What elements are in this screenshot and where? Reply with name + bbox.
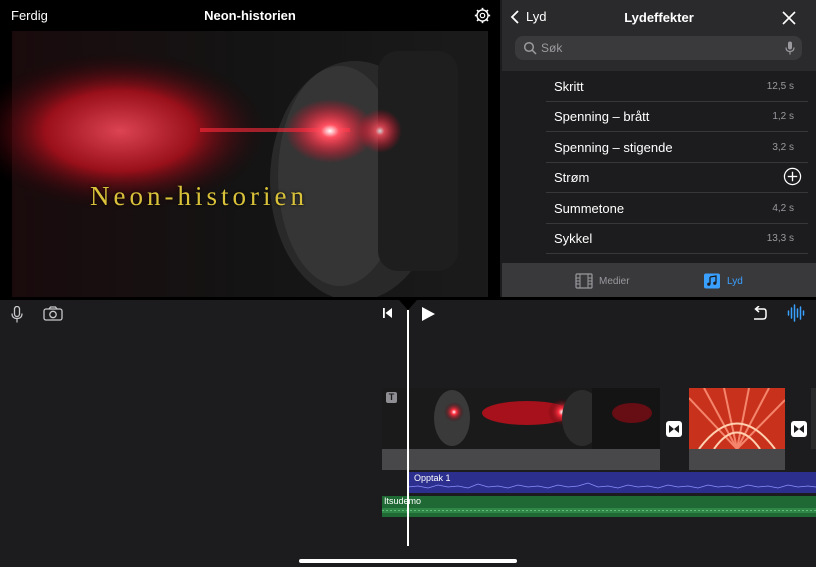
microphone-icon[interactable] xyxy=(11,306,23,323)
video-frame-image xyxy=(0,31,500,297)
timeline[interactable]: T Opptak 1 Itsudemo xyxy=(0,297,816,567)
clip-thumbnail-neon xyxy=(689,388,785,449)
tab-audio[interactable]: Lyd xyxy=(703,273,743,289)
title-badge-icon: T xyxy=(386,392,397,403)
audio-waveform xyxy=(382,508,816,513)
panel-tab-bar: Medier Lyd xyxy=(502,263,816,297)
sound-duration: 1,2 s xyxy=(772,111,794,122)
video-clip[interactable]: T xyxy=(382,388,660,449)
undo-icon[interactable] xyxy=(751,306,767,321)
panel-header: Lyd Lydeffekter xyxy=(502,0,816,36)
transition-icon xyxy=(669,425,679,433)
search-field[interactable] xyxy=(515,36,802,60)
list-item[interactable]: Summetone 4,2 s xyxy=(546,193,808,224)
list-item[interactable]: Spenning – brått 1,2 s xyxy=(546,101,808,132)
sound-name: Summetone xyxy=(554,201,625,216)
transition-button[interactable] xyxy=(666,421,682,437)
clip-lower-strip xyxy=(382,449,660,470)
clip-lower-strip xyxy=(689,449,785,470)
tab-media[interactable]: Medier xyxy=(575,273,630,289)
transition-button[interactable] xyxy=(791,421,807,437)
playhead-marker xyxy=(399,300,417,310)
sound-name: Sykkel xyxy=(554,231,593,246)
skip-to-start-icon[interactable] xyxy=(382,307,393,319)
home-indicator[interactable] xyxy=(299,559,517,563)
sound-duration: 4,2 s xyxy=(772,203,794,214)
play-icon[interactable] xyxy=(421,306,436,322)
tab-audio-label: Lyd xyxy=(727,275,743,287)
list-item[interactable]: Spenning – stigende 3,2 s xyxy=(546,132,808,163)
sound-name: Spenning – stigende xyxy=(554,140,673,155)
sound-duration: 13,3 s xyxy=(766,233,794,244)
music-icon xyxy=(704,273,720,289)
project-title: Neon-historien xyxy=(204,8,296,23)
sound-name: Spenning – brått xyxy=(554,109,650,124)
tab-media-label: Medier xyxy=(599,275,630,287)
panel-title: Lydeffekter xyxy=(624,10,694,25)
video-preview[interactable]: Neon-historien xyxy=(0,31,500,297)
audio-track-label: Itsudemo xyxy=(384,496,422,506)
camera-icon[interactable] xyxy=(43,306,63,321)
close-icon[interactable] xyxy=(782,11,796,25)
sound-effects-list: Skritt 12,5 s Spenning – brått 1,2 s Spe… xyxy=(502,71,816,263)
list-item[interactable]: Strøm xyxy=(546,162,808,193)
film-icon xyxy=(575,273,593,289)
waveform-icon[interactable] xyxy=(787,304,806,322)
search-input[interactable] xyxy=(541,36,771,60)
clip-thumbnails xyxy=(382,388,660,449)
add-circle-icon[interactable] xyxy=(783,167,802,186)
video-clip[interactable] xyxy=(689,388,785,449)
audio-track-music[interactable]: Itsudemo xyxy=(382,496,816,517)
microphone-icon[interactable] xyxy=(785,41,795,55)
search-icon xyxy=(523,41,537,55)
sound-duration: 12,5 s xyxy=(766,81,794,92)
sound-name: Skritt xyxy=(554,79,584,94)
gear-icon[interactable] xyxy=(474,7,491,24)
audio-waveform xyxy=(408,482,816,489)
preview-toolbar: Ferdig Neon-historien xyxy=(0,0,500,31)
sound-duration: 3,2 s xyxy=(772,142,794,153)
sound-name: Strøm xyxy=(554,170,590,185)
playhead[interactable] xyxy=(407,310,409,546)
sound-effects-panel: Lyd Lydeffekter Skritt 12,5 s Spenning –… xyxy=(502,0,816,297)
next-clip-edge[interactable] xyxy=(811,388,816,449)
list-item[interactable]: Skritt 12,5 s xyxy=(546,71,808,102)
transition-icon xyxy=(794,425,804,433)
list-item[interactable]: Sykkel 13,3 s xyxy=(546,223,808,254)
title-overlay: Neon-historien xyxy=(90,181,308,211)
audio-track-recording[interactable]: Opptak 1 xyxy=(408,472,816,493)
